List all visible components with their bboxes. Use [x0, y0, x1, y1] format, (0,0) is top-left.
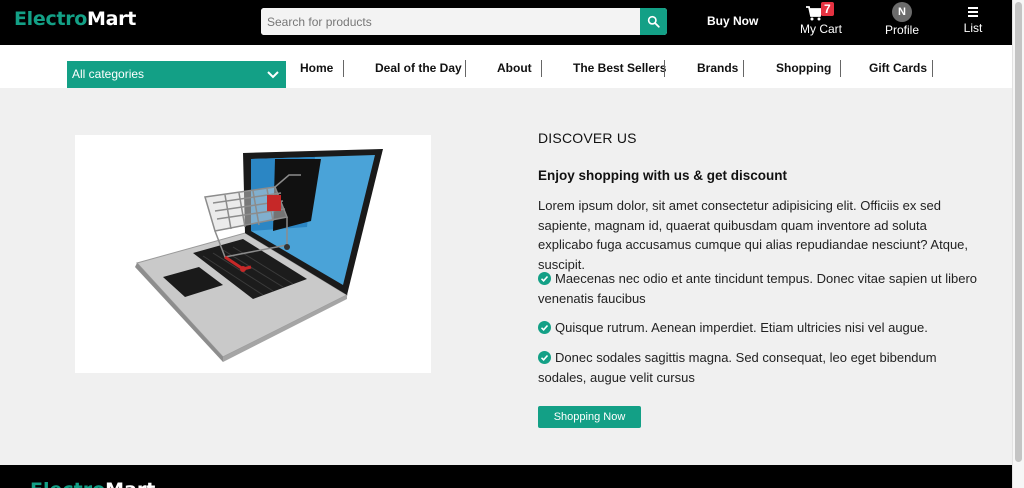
- bullet-text: Quisque rutrum. Aenean imperdiet. Etiam …: [555, 320, 928, 335]
- page-scrollbar[interactable]: [1012, 0, 1024, 488]
- cart-count-badge: 7: [821, 2, 834, 16]
- chevron-down-icon: [267, 71, 279, 79]
- nav-divider: [343, 60, 344, 77]
- category-dropdown-value: All categories: [72, 67, 145, 81]
- nav-divider: [932, 60, 933, 77]
- list-menu-button[interactable]: List: [957, 2, 989, 35]
- nav-deal-of-the-day[interactable]: Deal of the Day: [375, 60, 462, 77]
- laptop-cart-illustration: [75, 135, 431, 373]
- my-cart-button[interactable]: 7 My Cart: [795, 2, 847, 36]
- logo-part-mart: Mart: [87, 8, 137, 30]
- list-label: List: [963, 21, 983, 35]
- nav-home[interactable]: Home: [300, 60, 333, 77]
- bullet-text: Maecenas nec odio et ante tincidunt temp…: [538, 271, 978, 306]
- list-item: Maecenas nec odio et ante tincidunt temp…: [538, 269, 984, 308]
- logo-part-electro: Electro: [30, 479, 105, 488]
- nav-best-sellers[interactable]: The Best Sellers: [573, 60, 666, 77]
- search-button[interactable]: [640, 8, 667, 35]
- search-icon: [647, 15, 660, 28]
- headline: Enjoy shopping with us & get discount: [538, 168, 787, 183]
- search-bar: [261, 8, 667, 35]
- logo-part-mart: Mart: [105, 479, 155, 488]
- logo-part-electro: Electro: [14, 8, 88, 30]
- category-dropdown[interactable]: All categories: [67, 61, 286, 88]
- nav-divider: [664, 60, 665, 77]
- check-circle-icon: [538, 351, 551, 364]
- top-bar: ElectroMart Buy Now 7 My Cart N Profile: [0, 0, 1024, 45]
- shopping-now-button[interactable]: Shopping Now: [538, 406, 641, 428]
- nav-about[interactable]: About: [497, 60, 532, 77]
- nav-divider: [743, 60, 744, 77]
- cart-label: My Cart: [800, 22, 842, 36]
- brand-logo[interactable]: ElectroMart: [14, 8, 136, 30]
- scrollbar-thumb[interactable]: [1015, 2, 1022, 462]
- nav-shopping[interactable]: Shopping: [776, 60, 831, 77]
- nav-gift-cards[interactable]: Gift Cards: [869, 60, 927, 77]
- nav-divider: [541, 60, 542, 77]
- menu-icon: [968, 7, 978, 17]
- nav-brands[interactable]: Brands: [697, 60, 738, 77]
- intro-paragraph: Lorem ipsum dolor, sit amet consectetur …: [538, 198, 969, 272]
- list-item: Quisque rutrum. Aenean imperdiet. Etiam …: [538, 318, 984, 338]
- buy-now-link[interactable]: Buy Now: [707, 14, 758, 28]
- check-circle-icon: [538, 272, 551, 285]
- footer-logo[interactable]: ElectroMart: [30, 479, 155, 488]
- list-item: Donec sodales sagittis magna. Sed conseq…: [538, 348, 984, 387]
- nav-divider: [840, 60, 841, 77]
- section-title: DISCOVER US: [538, 130, 637, 146]
- footer: ElectroMart: [0, 465, 1024, 488]
- nav-divider: [465, 60, 466, 77]
- check-circle-icon: [538, 321, 551, 334]
- search-input[interactable]: [261, 8, 640, 35]
- avatar: N: [892, 2, 912, 22]
- profile-label: Profile: [884, 23, 919, 37]
- profile-button[interactable]: N Profile: [880, 2, 924, 37]
- category-nav-bar: All categories Home Deal of the Day Abou…: [0, 45, 1012, 88]
- bullet-text: Donec sodales sagittis magna. Sed conseq…: [538, 350, 937, 385]
